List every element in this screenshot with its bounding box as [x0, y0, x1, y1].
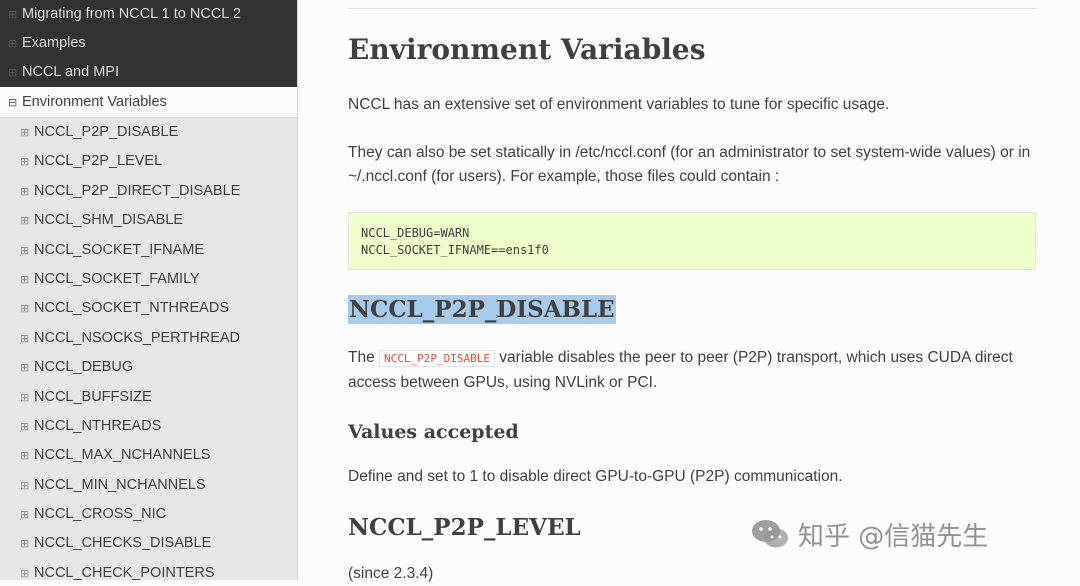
sidebar-item-nccl-mpi[interactable]: ⊞ NCCL and MPI	[0, 58, 297, 87]
sidebar-nav: ⊞ Migrating from NCCL 1 to NCCL 2 ⊞ Exampl…	[0, 0, 298, 580]
sidebar-subitem-label: NCCL_MAX_NCHANNELS	[34, 447, 211, 464]
section-heading-p2p-level: NCCL_P2P_LEVEL	[348, 514, 581, 541]
sidebar-subitem-label: NCCL_NSOCKS_PERTHREAD	[34, 329, 241, 346]
sidebar-subitem-label: NCCL_MIN_NCHANNELS	[34, 476, 206, 493]
expand-icon[interactable]: ⊞	[20, 353, 34, 382]
watermark-text: 知乎 @信猫先生	[798, 521, 989, 552]
sidebar-subitem-nccl-cross-nic[interactable]: ⊞ NCCL_CROSS_NIC	[0, 500, 297, 529]
code-block: NCCL_DEBUG=WARN NCCL_SOCKET_IFNAME==ens1…	[348, 212, 1036, 270]
sidebar-subitem-nccl-p2p-disable[interactable]: ⊞ NCCL_P2P_DISABLE	[0, 118, 297, 147]
sidebar-subitem-label: NCCL_SOCKET_IFNAME	[34, 241, 205, 258]
top-divider	[348, 8, 1038, 9]
expand-icon[interactable]: ⊞	[8, 58, 22, 87]
sidebar-subitem-nccl-min-nchannels[interactable]: ⊞ NCCL_MIN_NCHANNELS	[0, 471, 297, 500]
sidebar-subitem-nccl-debug[interactable]: ⊞ NCCL_DEBUG	[0, 353, 297, 382]
sidebar-subitem-label: NCCL_P2P_DISABLE	[34, 124, 179, 140]
expand-icon[interactable]: ⊞	[20, 500, 34, 529]
sidebar-subitem-label: NCCL_CHECKS_DISABLE	[34, 535, 212, 552]
config-line-2: ~/.nccl.conf (for users). For example, t…	[348, 168, 780, 185]
expand-icon[interactable]: ⊞	[20, 236, 34, 265]
code-line: NCCL_SOCKET_IFNAME==ens1f0	[361, 243, 549, 257]
sidebar-subitem-label: NCCL_BUFFSIZE	[34, 388, 152, 405]
expand-icon[interactable]: ⊞	[20, 118, 34, 147]
expand-icon[interactable]: ⊞	[20, 529, 34, 558]
watermark: 知乎 @信猫先生	[750, 514, 1060, 554]
expand-icon[interactable]: ⊞	[8, 29, 22, 58]
intro-paragraph: NCCL has an extensive set of environment…	[348, 96, 890, 113]
sidebar-subitem-nccl-checks-disable[interactable]: ⊞ NCCL_CHECKS_DISABLE	[0, 529, 297, 558]
sidebar-item-examples[interactable]: ⊞ Examples	[0, 29, 297, 58]
expand-icon[interactable]: ⊞	[20, 177, 34, 206]
wechat-chat-bubble-icon	[752, 520, 788, 548]
expand-icon[interactable]: ⊞	[20, 206, 34, 235]
expand-icon[interactable]: ⊞	[20, 383, 34, 412]
sidebar-sublist: ⊞ NCCL_P2P_DISABLE ⊞ NCCL_P2P_LEVEL ⊞ NCCL_P2…	[0, 118, 297, 580]
sidebar-subitem-label: NCCL_SHM_DISABLE	[34, 212, 184, 229]
inline-code: NCCL_P2P_DISABLE	[379, 350, 495, 367]
sidebar-subitem-nccl-nthreads[interactable]: ⊞ NCCL_NTHREADS	[0, 412, 297, 441]
sidebar-subitem-label: NCCL_SOCKET_NTHREADS	[34, 300, 229, 317]
config-line-1: They can also be set statically in /etc/…	[348, 144, 1031, 161]
sidebar-subitem-label: NCCL_CHECK_POINTERS	[34, 564, 215, 580]
sidebar-subitem-nccl-p2p-level[interactable]: ⊞ NCCL_P2P_LEVEL	[0, 147, 297, 176]
sidebar-subitem-nccl-p2p-direct-disable[interactable]: ⊞ NCCL_P2P_DIRECT_DISABLE	[0, 177, 297, 206]
sidebar-item-label: Environment Variables	[22, 94, 167, 110]
sidebar-subitem-nccl-shm-disable[interactable]: ⊞ NCCL_SHM_DISABLE	[0, 206, 297, 235]
expand-icon[interactable]: ⊞	[20, 324, 34, 353]
page-title: Environment Variables	[348, 33, 706, 66]
sidebar-subitem-nccl-socket-family[interactable]: ⊞ NCCL_SOCKET_FAMILY	[0, 265, 297, 294]
code-line: NCCL_DEBUG=WARN	[361, 226, 470, 240]
values-accepted-heading: Values accepted	[348, 421, 519, 443]
sidebar-top-section: ⊞ Migrating from NCCL 1 to NCCL 2 ⊞ Exampl…	[0, 0, 297, 87]
sidebar-subitem-label: NCCL_SOCKET_FAMILY	[34, 270, 200, 287]
desc-text: The	[348, 349, 380, 366]
sidebar-subitem-label: NCCL_NTHREADS	[34, 417, 162, 434]
expand-icon[interactable]: ⊞	[20, 412, 34, 441]
collapse-icon[interactable]: ⊟	[8, 88, 22, 118]
expand-icon[interactable]: ⊞	[20, 471, 34, 500]
sidebar-item-label: NCCL and MPI	[22, 64, 119, 80]
expand-icon[interactable]: ⊞	[20, 441, 34, 470]
desc-text-line-2: access between GPUs, using NVLink or PCI…	[348, 374, 658, 391]
sidebar-item-environment-variables[interactable]: ⊟ Environment Variables	[0, 87, 297, 118]
expand-icon[interactable]: ⊞	[20, 559, 34, 580]
sidebar-item-migrating[interactable]: ⊞ Migrating from NCCL 1 to NCCL 2	[0, 0, 297, 29]
since-version-text: (since 2.3.4)	[348, 565, 434, 582]
expand-icon[interactable]: ⊞	[8, 0, 22, 29]
desc-text: variable disables the peer to peer (P2P)…	[494, 349, 1013, 366]
expand-icon[interactable]: ⊞	[20, 265, 34, 294]
expand-icon[interactable]: ⊞	[20, 294, 34, 323]
config-paragraph: They can also be set statically in /etc/…	[348, 141, 1038, 189]
sidebar-item-label: Migrating from NCCL 1 to NCCL 2	[22, 6, 241, 22]
section-heading-p2p-disable: NCCL_P2P_DISABLE	[348, 295, 616, 324]
sidebar-subitem-label: NCCL_CROSS_NIC	[34, 506, 167, 523]
sidebar-item-label: Examples	[22, 35, 86, 51]
p2p-disable-description: The NCCL_P2P_DISABLE variable disables t…	[348, 346, 1038, 395]
sidebar-subitem-nccl-check-pointers[interactable]: ⊞ NCCL_CHECK_POINTERS	[0, 559, 297, 580]
expand-icon[interactable]: ⊞	[20, 147, 34, 176]
sidebar-subitem-nccl-socket-ifname[interactable]: ⊞ NCCL_SOCKET_IFNAME	[0, 236, 297, 265]
selected-heading-text[interactable]: NCCL_P2P_DISABLE	[348, 295, 616, 324]
sidebar-subitem-nccl-buffsize[interactable]: ⊞ NCCL_BUFFSIZE	[0, 383, 297, 412]
sidebar-subitem-label: NCCL_DEBUG	[34, 359, 134, 376]
sidebar-subitem-nccl-socket-nthreads[interactable]: ⊞ NCCL_SOCKET_NTHREADS	[0, 294, 297, 323]
sidebar-subitem-nccl-max-nchannels[interactable]: ⊞ NCCL_MAX_NCHANNELS	[0, 441, 297, 470]
sidebar-subitem-label: NCCL_P2P_DIRECT_DISABLE	[34, 182, 241, 199]
sidebar-subitem-label: NCCL_P2P_LEVEL	[34, 153, 163, 170]
sidebar-subitem-nccl-nsocks-perthread[interactable]: ⊞ NCCL_NSOCKS_PERTHREAD	[0, 324, 297, 353]
values-accepted-text: Define and set to 1 to disable direct GP…	[348, 468, 843, 485]
